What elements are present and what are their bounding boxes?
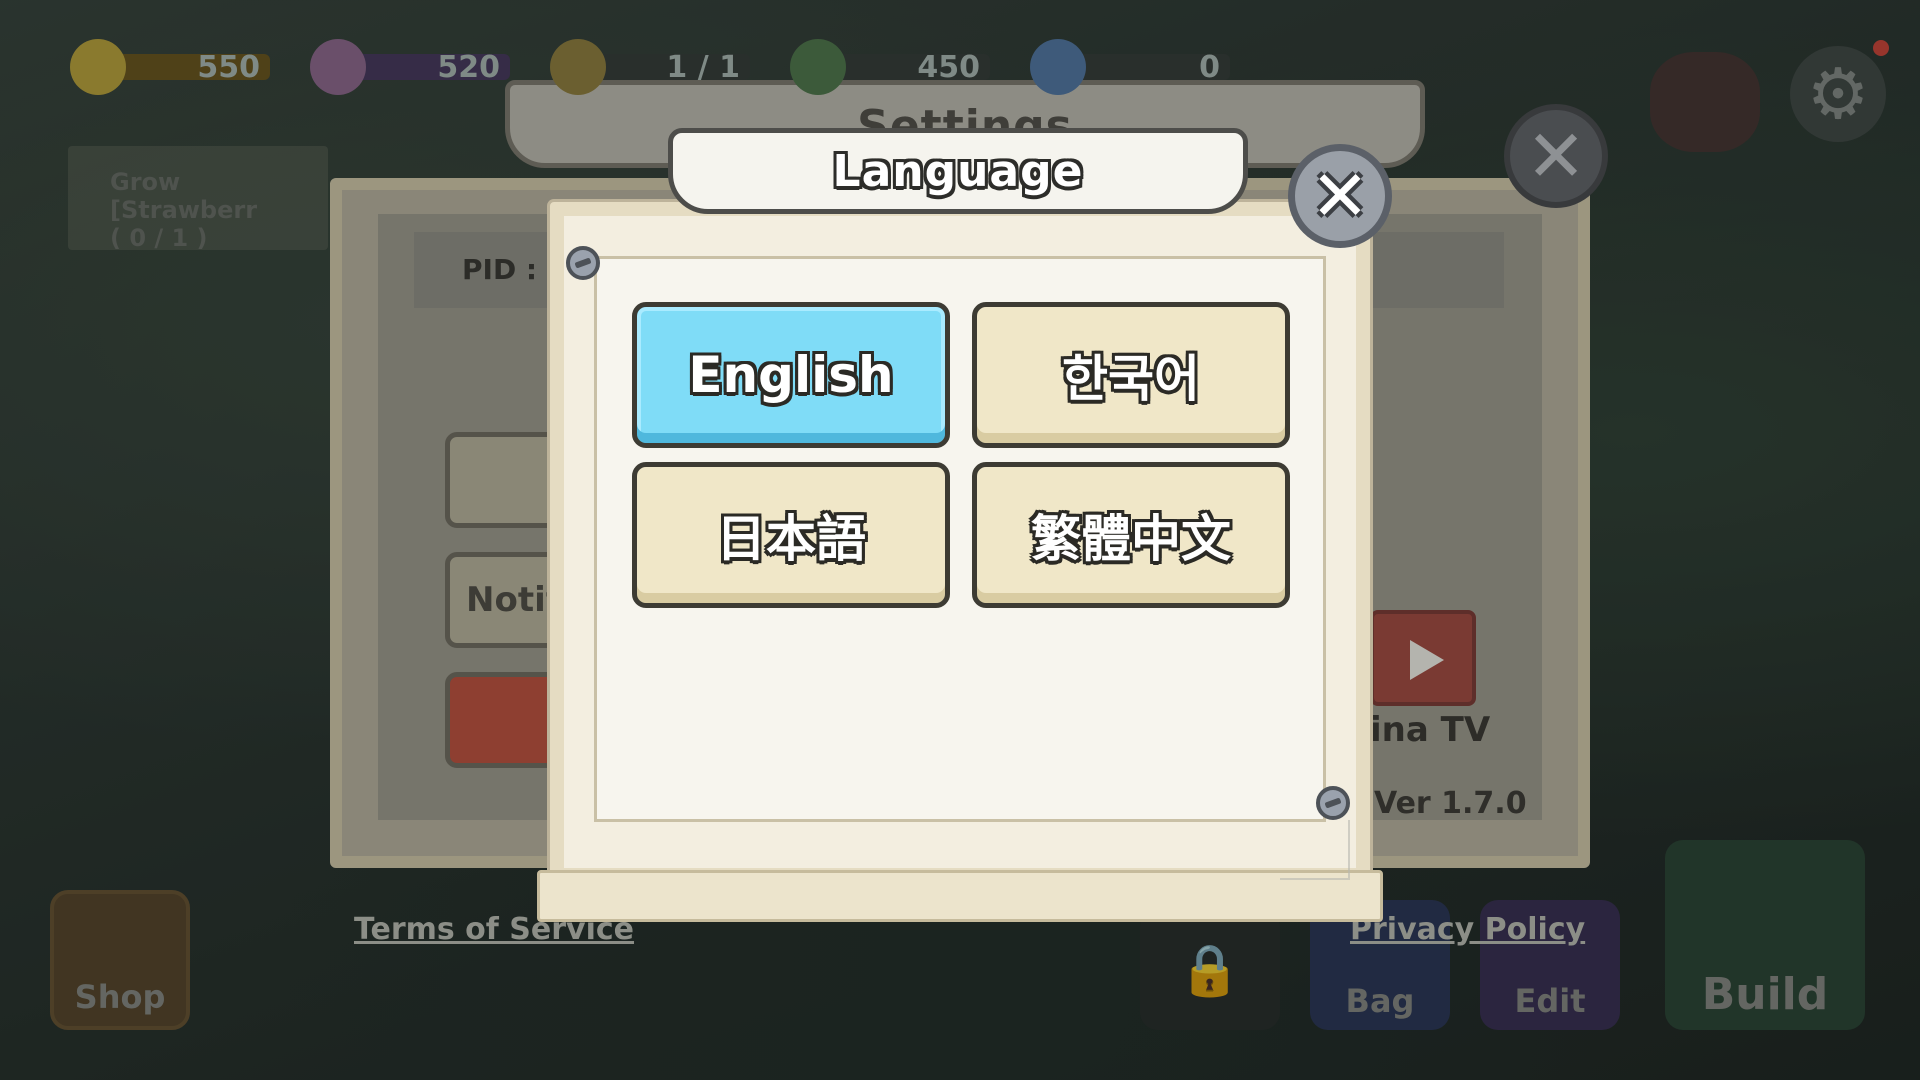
cobweb-decoration (1280, 820, 1350, 880)
crystal-icon (1030, 39, 1086, 95)
language-banner: Language (668, 128, 1248, 214)
version-label: Ver 1.7.0 (1374, 786, 1527, 821)
screw-icon (1316, 786, 1350, 820)
screw-icon (566, 246, 600, 280)
youtube-play-icon[interactable] (1370, 610, 1476, 706)
mushroom-icon (310, 39, 366, 95)
settings-close-button[interactable]: ✕ (1504, 104, 1608, 208)
helmet-icon (550, 39, 606, 95)
leaf-icon (790, 39, 846, 95)
language-close-button[interactable]: ✕ (1288, 144, 1392, 248)
language-dialog-footer (537, 870, 1383, 922)
language-option-korean[interactable]: 한국어 (972, 302, 1290, 448)
language-title: Language (832, 146, 1084, 197)
language-option-english[interactable]: English (632, 302, 950, 448)
language-option-traditional-chinese[interactable]: 繁體中文 (972, 462, 1290, 608)
coin-icon (70, 39, 126, 95)
tv-label: ina TV (1370, 710, 1491, 750)
language-option-japanese[interactable]: 日本語 (632, 462, 950, 608)
privacy-policy-link[interactable]: Privacy Policy (1350, 912, 1585, 947)
